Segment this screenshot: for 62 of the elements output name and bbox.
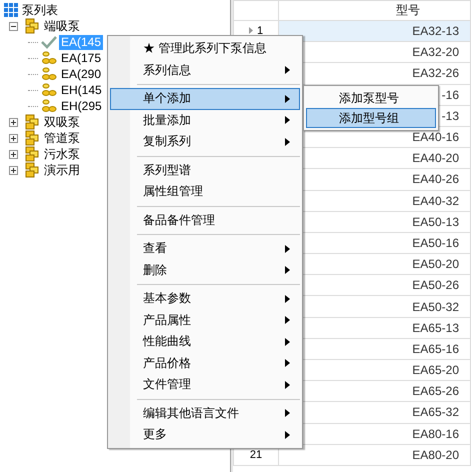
menu-label: 更多 (143, 426, 167, 444)
menu-label: 批量添加 (143, 112, 191, 129)
submenu-arrow-icon (285, 380, 290, 389)
menu-label: ★ 管理此系列下泵信息 (143, 40, 266, 58)
submenu-arrow-icon (285, 138, 290, 146)
menu-label: 备品备件管理 (143, 212, 215, 229)
collapse-icon[interactable] (9, 22, 18, 30)
tree-item[interactable]: EA(290 (59, 66, 104, 82)
menu-item[interactable]: 单个添加 (110, 88, 300, 110)
expand-icon[interactable] (9, 118, 18, 126)
submenu-arrow-icon (285, 266, 290, 274)
grid-icon (4, 3, 18, 17)
expand-icon[interactable] (9, 166, 18, 174)
row-number: 21 (250, 448, 262, 461)
menu-label: 删除 (143, 262, 167, 279)
coins-icon (41, 50, 57, 66)
tree-item[interactable]: 污水泵 (42, 146, 82, 162)
stack-icon (24, 162, 40, 178)
menu-label: 复制系列 (143, 133, 191, 150)
menu-label: 系列型谱 (143, 162, 191, 179)
submenu-arrow-icon (285, 66, 290, 74)
table-cell: EA32-13 (278, 20, 470, 42)
tree-item[interactable]: 端吸泵 (42, 18, 82, 34)
tree-item[interactable]: EH(295 (59, 98, 104, 114)
tree-item[interactable]: EA(175 (59, 50, 104, 66)
coins-icon (41, 98, 57, 114)
column-header[interactable]: 型号 (278, 0, 470, 20)
menu-label: 属性组管理 (143, 183, 203, 200)
tree-item[interactable]: 演示用 (42, 162, 82, 178)
menu-label: 系列信息 (143, 62, 191, 79)
menu-label: 编辑其他语言文件 (143, 404, 239, 422)
menu-label: 基本参数 (143, 290, 191, 308)
row-number: 1 (248, 24, 264, 37)
submenu-arrow-icon (285, 430, 290, 439)
coins-icon (41, 66, 57, 82)
stack-icon (24, 146, 40, 162)
tree-item[interactable]: 双吸泵 (42, 114, 82, 130)
expand-icon[interactable] (9, 134, 18, 142)
menu-label: 文件管理 (143, 376, 191, 394)
tree-item[interactable]: 泵列表 (20, 2, 60, 18)
menu-item[interactable]: 添加型号组 (306, 108, 436, 128)
tree-item[interactable]: EH(145 (59, 82, 104, 98)
menu-label: 单个添加 (143, 90, 191, 108)
submenu-arrow-icon (285, 338, 290, 346)
stack-icon (24, 18, 40, 34)
menu-label: 产品价格 (143, 354, 191, 372)
submenu-arrow-icon (285, 359, 290, 368)
submenu-arrow-icon (285, 244, 290, 253)
submenu-arrow-icon (285, 116, 290, 124)
menu-label: 性能曲线 (143, 333, 191, 350)
stack-icon (24, 130, 40, 146)
submenu-arrow-icon (285, 94, 290, 103)
expand-icon[interactable] (9, 150, 18, 158)
menu-label: 查看 (143, 240, 167, 258)
submenu-arrow-icon (285, 316, 290, 324)
menu-label: 产品属性 (143, 312, 191, 329)
submenu-arrow-icon (285, 409, 290, 418)
stack-icon (24, 114, 40, 130)
menu-item[interactable]: 添加泵型号 (306, 88, 436, 108)
coins-icon (41, 82, 57, 98)
submenu-arrow-icon (285, 294, 290, 303)
tree-item[interactable]: 管道泵 (42, 130, 82, 146)
